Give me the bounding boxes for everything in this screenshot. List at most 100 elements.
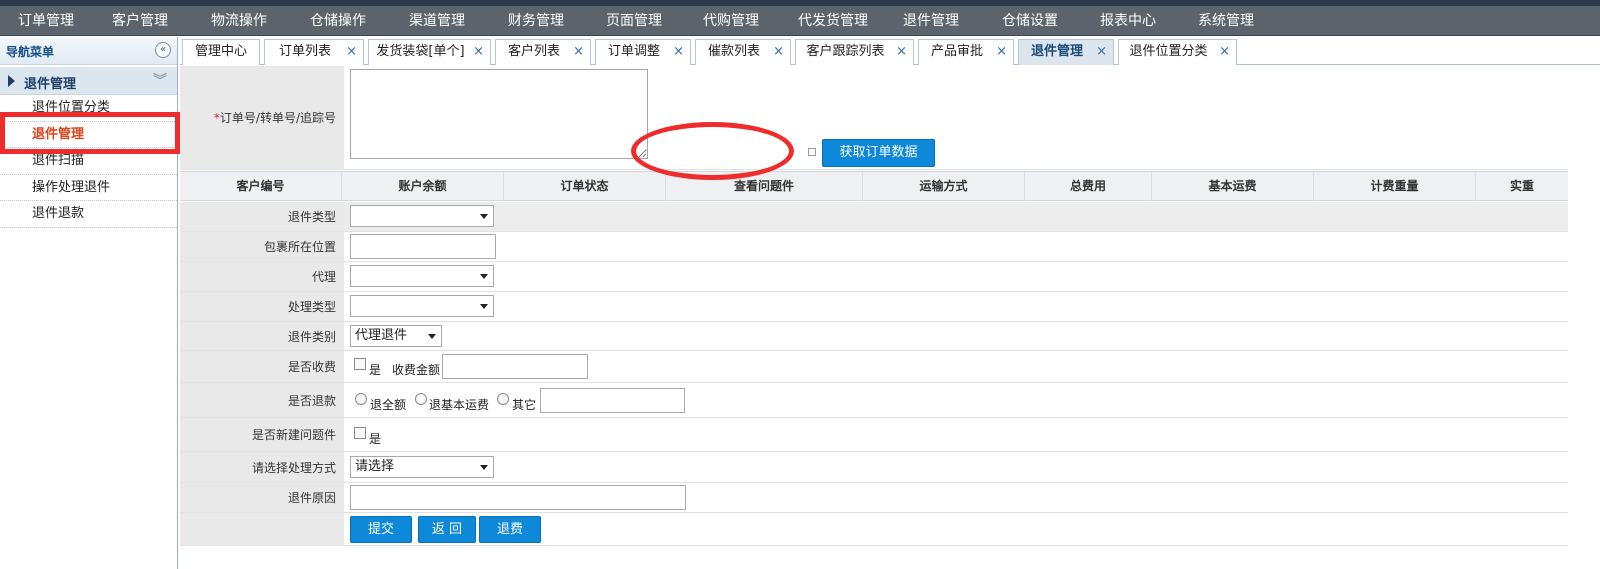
tab-customer-tracking[interactable]: 客户跟踪列表 ×: [795, 39, 914, 65]
action-label-blank: [180, 513, 344, 545]
charge-amount-input[interactable]: [442, 354, 588, 379]
sidebar-title: 导航菜单: [6, 45, 55, 59]
sidebar-group-returns[interactable]: 退件管理 ︾: [0, 67, 177, 95]
close-icon[interactable]: ×: [1096, 40, 1107, 64]
method-select[interactable]: 请选择: [350, 456, 494, 478]
nav-logistics[interactable]: 物流操作: [199, 6, 298, 35]
col-order-status: 订单状态: [504, 172, 666, 201]
tab-return-location[interactable]: 退件位置分类 ×: [1118, 39, 1237, 65]
tab-product-approval[interactable]: 产品审批 ×: [918, 39, 1014, 65]
nav-channel-management[interactable]: 渠道管理: [397, 6, 496, 35]
nav-return-management[interactable]: 退件管理: [891, 6, 990, 35]
agent-select[interactable]: [350, 265, 494, 287]
return-type-row: 退件类型: [180, 202, 1568, 232]
tab-order-list[interactable]: 订单列表 ×: [264, 39, 364, 65]
close-icon[interactable]: ×: [473, 40, 484, 64]
order-info-table-header: 客户编号 账户余额 订单状态 查看问题件 运输方式 总费用 基本运费 计费重量 …: [180, 171, 1568, 201]
tab-label: 催款列表: [707, 44, 760, 59]
tab-admin-center[interactable]: 管理中心: [182, 39, 260, 65]
tab-label: 发货装袋[单个]: [376, 44, 465, 59]
nav-system-management[interactable]: 系统管理: [1186, 6, 1286, 35]
nav-purchase-management[interactable]: 代购管理: [691, 6, 786, 35]
nav-warehouse-settings[interactable]: 仓储设置: [990, 6, 1088, 35]
reason-row: 退件原因: [180, 483, 1568, 513]
method-row: 请选择处理方式 请选择: [180, 452, 1568, 483]
process-type-select[interactable]: [350, 295, 494, 317]
new-issue-checkbox[interactable]: [354, 427, 366, 439]
tab-label: 退件位置分类: [1129, 44, 1208, 59]
return-type-cell: [348, 202, 1568, 231]
process-type-cell: [348, 292, 1568, 321]
back-button[interactable]: 返 回: [418, 516, 476, 543]
close-icon[interactable]: ×: [996, 40, 1007, 64]
process-type-row: 处理类型: [180, 292, 1568, 322]
tab-ship-bagging[interactable]: 发货装袋[单个] ×: [368, 39, 491, 65]
sidebar-header: 导航菜单 «: [0, 37, 177, 65]
new-issue-cell: 是: [348, 418, 1568, 451]
nav-order-management[interactable]: 订单管理: [0, 6, 100, 35]
order-number-textarea[interactable]: [350, 69, 648, 159]
expand-triangle-icon: [8, 75, 15, 87]
charge-checkbox[interactable]: [354, 358, 366, 370]
close-icon[interactable]: ×: [573, 40, 584, 64]
return-form: * 订单号/转单号/追踪号 获取订单数据 客户编号 账户余额 订单状态 查看问题件…: [180, 66, 1600, 569]
method-cell: 请选择: [348, 452, 1568, 482]
fetch-order-data-button[interactable]: 获取订单数据: [822, 139, 935, 167]
reason-cell: [348, 483, 1568, 512]
charge-row: 是否收费 是 收费金额: [180, 351, 1568, 383]
reason-label: 退件原因: [180, 483, 344, 512]
tab-label: 管理中心: [194, 44, 247, 59]
refund-full-label: 退全额: [370, 398, 407, 412]
nav-dropship-management[interactable]: 代发货管理: [786, 6, 891, 35]
dropdown-arrow-icon: [480, 304, 488, 309]
agent-row: 代理: [180, 262, 1568, 292]
close-icon[interactable]: ×: [1219, 40, 1230, 64]
dropdown-arrow-icon: [480, 465, 488, 470]
tab-label: 订单列表: [278, 44, 331, 59]
tab-label: 客户跟踪列表: [806, 44, 885, 59]
nav-customer-management[interactable]: 客户管理: [100, 6, 199, 35]
location-cell: [348, 232, 1568, 261]
dropdown-arrow-icon: [480, 214, 488, 219]
col-total-fee: 总费用: [1025, 172, 1152, 201]
category-select[interactable]: 代理退件: [350, 325, 442, 347]
nav-page-management[interactable]: 页面管理: [594, 6, 691, 35]
reason-input[interactable]: [350, 485, 686, 510]
order-number-label: * 订单号/转单号/追踪号: [180, 66, 344, 169]
tab-customer-list[interactable]: 客户列表 ×: [495, 39, 591, 65]
refund-other-radio[interactable]: [497, 393, 509, 405]
close-icon[interactable]: ×: [673, 40, 684, 64]
collapse-icon[interactable]: «: [155, 42, 171, 58]
tab-label: 客户列表: [507, 44, 560, 59]
chevron-double-down-icon[interactable]: ︾: [153, 70, 167, 90]
tab-label: 产品审批: [930, 44, 983, 59]
return-type-select[interactable]: [350, 205, 494, 227]
charge-label: 是否收费: [180, 351, 344, 382]
nav-warehouse-ops[interactable]: 仓储操作: [298, 6, 397, 35]
sidebar-item-process-returns[interactable]: 操作处理退件: [0, 175, 177, 201]
close-icon[interactable]: ×: [896, 40, 907, 64]
submit-button[interactable]: 提交: [350, 516, 412, 543]
refund-other-input[interactable]: [540, 388, 685, 413]
tab-order-adjust[interactable]: 订单调整 ×: [595, 39, 691, 65]
refund-cell: 退全额 退基本运费 其它: [348, 383, 1568, 417]
action-cell: 提交 返 回 退费: [348, 513, 1568, 545]
refund-fee-button[interactable]: 退费: [479, 516, 541, 543]
location-input[interactable]: [350, 234, 496, 259]
col-base-freight: 基本运费: [1152, 172, 1314, 201]
refund-full-radio[interactable]: [355, 393, 367, 405]
col-actual-weight: 实重: [1509, 179, 1534, 193]
refund-basic-radio[interactable]: [415, 393, 427, 405]
sidebar-item-return-refund[interactable]: 退件退款: [0, 201, 177, 228]
dropdown-arrow-icon: [480, 274, 488, 279]
nav-finance-management[interactable]: 财务管理: [496, 6, 594, 35]
tab-payment-reminder[interactable]: 催款列表 ×: [695, 39, 791, 65]
close-icon[interactable]: ×: [346, 40, 357, 64]
tab-return-management[interactable]: 退件管理 ×: [1018, 39, 1114, 65]
close-icon[interactable]: ×: [773, 40, 784, 64]
col-account-balance: 账户余额: [342, 172, 504, 201]
new-issue-row: 是否新建问题件 是: [180, 418, 1568, 452]
new-issue-yes-label: 是: [369, 432, 382, 446]
category-value: 代理退件: [355, 328, 408, 343]
nav-report-center[interactable]: 报表中心: [1088, 6, 1186, 35]
